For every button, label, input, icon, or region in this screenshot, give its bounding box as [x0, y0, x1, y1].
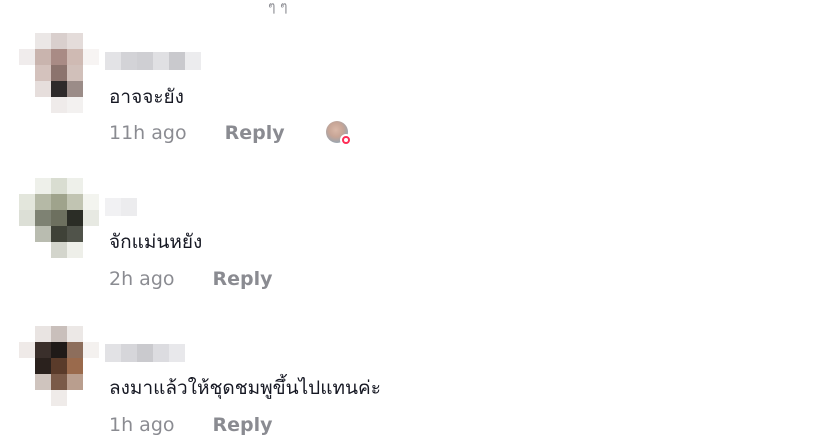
avatar-pixel	[51, 390, 67, 406]
avatar-pixel	[51, 178, 67, 194]
avatar-pixel	[19, 242, 35, 258]
avatar-pixel	[35, 326, 51, 342]
username-pixel	[169, 344, 185, 362]
avatar-pixel	[83, 226, 99, 242]
avatar-pixel	[51, 226, 67, 242]
username-pixel	[137, 344, 153, 362]
avatar-pixel	[51, 342, 67, 358]
avatar-pixel	[19, 326, 35, 342]
username-pixel	[153, 344, 169, 362]
reply-button[interactable]: Reply	[213, 268, 273, 290]
avatar-pixel	[35, 374, 51, 390]
avatar-pixel	[35, 358, 51, 374]
comment-meta: 1h ago Reply	[109, 412, 273, 438]
avatar-pixel	[67, 194, 83, 210]
avatar-pixel	[51, 210, 67, 226]
avatar-pixel	[51, 326, 67, 342]
avatar-pixel	[83, 390, 99, 406]
comment-meta: 2h ago Reply	[109, 266, 273, 292]
avatar-pixel	[35, 178, 51, 194]
avatar-pixel	[19, 358, 35, 374]
comment-text: จักแม่นหยัง	[109, 231, 203, 253]
avatar-pixel	[19, 390, 35, 406]
avatar-pixel	[67, 226, 83, 242]
avatar-pixel	[19, 178, 35, 194]
username-pixel	[105, 198, 121, 216]
avatar-pixel	[19, 342, 35, 358]
avatar-pixel	[51, 242, 67, 258]
username-pixel	[185, 344, 201, 362]
avatar-pixel	[83, 194, 99, 210]
avatar-pixel	[67, 210, 83, 226]
avatar-pixel	[83, 342, 99, 358]
avatar-pixel	[83, 326, 99, 342]
avatar-pixel	[67, 342, 83, 358]
comment-text: ลงมาแล้วให้ชุดชมพูขึ้นไปแทนค่ะ	[109, 377, 381, 399]
avatar-pixel	[67, 358, 83, 374]
avatar-pixel	[51, 374, 67, 390]
avatar-pixel	[19, 226, 35, 242]
comment-time: 2h ago	[109, 268, 175, 290]
username-blurred[interactable]	[105, 344, 201, 362]
avatar-pixel	[19, 194, 35, 210]
avatar-pixel	[19, 210, 35, 226]
avatar-pixel	[35, 342, 51, 358]
avatar-pixel	[51, 358, 67, 374]
username-pixel	[105, 344, 121, 362]
username-pixel	[137, 198, 153, 216]
comment-item: ลงมาแล้วให้ชุดชมพูขึ้นไปแทนค่ะ 1h ago Re…	[0, 0, 820, 436]
username-pixel	[121, 198, 137, 216]
username-pixel	[169, 198, 185, 216]
avatar-pixel	[35, 210, 51, 226]
avatar-pixel	[67, 326, 83, 342]
username-blurred[interactable]	[105, 198, 201, 216]
avatar-pixel	[67, 374, 83, 390]
avatar-pixel	[67, 242, 83, 258]
avatar[interactable]	[19, 326, 99, 406]
avatar-pixel	[35, 242, 51, 258]
avatar[interactable]	[19, 178, 99, 258]
avatar-pixel	[35, 226, 51, 242]
reply-button[interactable]: Reply	[213, 414, 273, 436]
avatar-pixel	[83, 358, 99, 374]
username-pixel	[185, 198, 201, 216]
avatar-pixel	[83, 178, 99, 194]
username-pixel	[153, 198, 169, 216]
avatar-pixel	[35, 390, 51, 406]
avatar-pixel	[19, 374, 35, 390]
avatar-pixel	[83, 210, 99, 226]
avatar-pixel	[67, 178, 83, 194]
avatar-pixel	[83, 242, 99, 258]
avatar-pixel	[67, 390, 83, 406]
avatar-pixel	[51, 194, 67, 210]
comment-time: 1h ago	[109, 414, 175, 436]
avatar-pixel	[35, 194, 51, 210]
username-pixel	[121, 344, 137, 362]
avatar-pixel	[83, 374, 99, 390]
